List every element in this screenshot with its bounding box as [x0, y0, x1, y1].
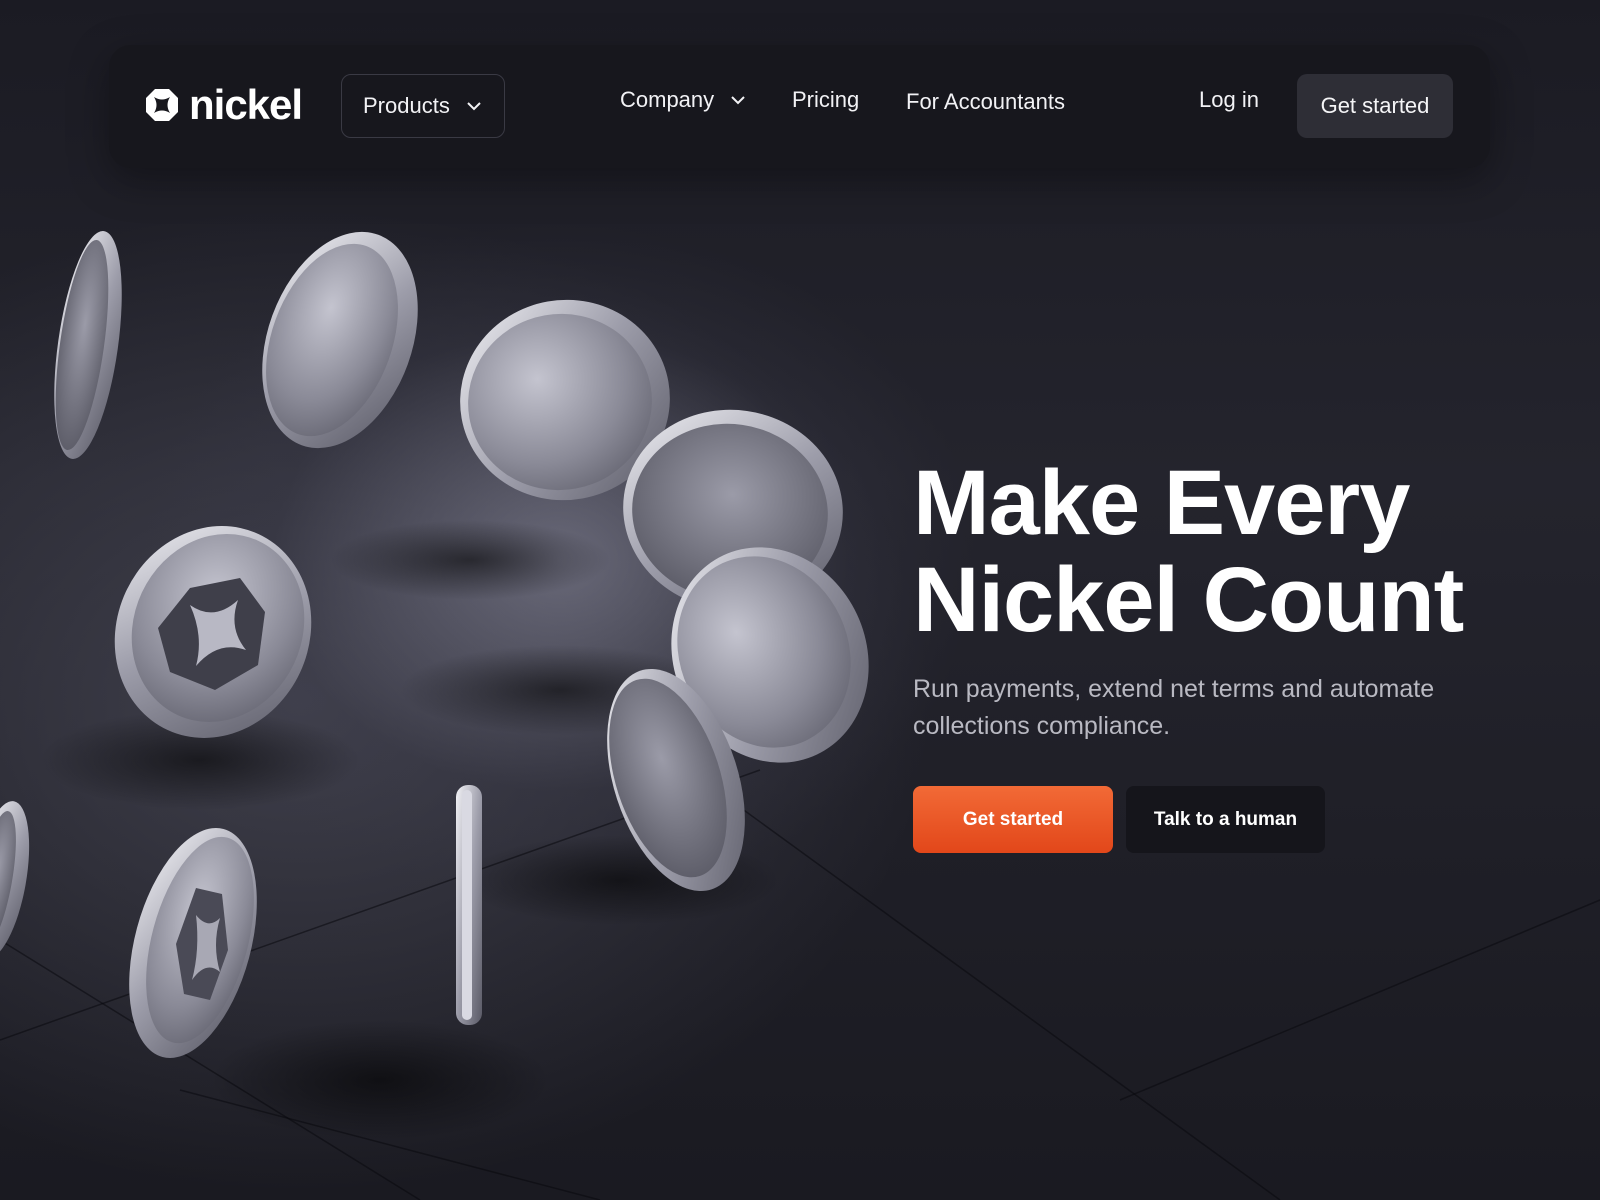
top-navbar: nickel Products Company Pricing For Acco… — [109, 45, 1490, 168]
hero-subtitle: Run payments, extend net terms and autom… — [913, 675, 1435, 740]
coin-edge-left-top — [54, 231, 122, 459]
nav-company-dropdown[interactable]: Company — [620, 87, 746, 113]
nav-accountants-link[interactable]: For Accountants — [906, 89, 1065, 115]
chevron-down-icon — [467, 102, 481, 111]
hero-section: Make Every Nickel Count Run payments, ex… — [913, 455, 1553, 853]
brand-logo[interactable]: nickel — [145, 81, 303, 129]
hero-title-line-1: Make Every — [913, 452, 1410, 554]
nav-pricing-link[interactable]: Pricing — [792, 87, 859, 113]
nav-company-label: Company — [620, 87, 715, 112]
coin-tilted-top — [262, 231, 418, 449]
products-dropdown-label: Products — [363, 93, 450, 118]
hero-title: Make Every Nickel Count — [913, 455, 1553, 649]
coin-logo-bottom — [129, 828, 257, 1058]
nickel-logo-icon — [146, 89, 178, 121]
hero-title-line-2: Nickel Count — [913, 549, 1464, 651]
brand-name: nickel — [189, 81, 303, 128]
get-started-button[interactable]: Get started — [913, 786, 1113, 853]
hero-cta-group: Get started Talk to a human — [913, 786, 1325, 853]
coin-edge-center — [456, 785, 482, 1025]
coin-partial-left — [0, 801, 30, 959]
login-link[interactable]: Log in — [1199, 87, 1259, 113]
products-dropdown[interactable]: Products — [341, 74, 505, 138]
landing-page: nickel Products Company Pricing For Acco… — [0, 0, 1600, 1200]
chevron-down-icon — [731, 96, 745, 105]
nav-get-started-button[interactable]: Get started — [1297, 74, 1453, 138]
talk-to-human-button[interactable]: Talk to a human — [1126, 786, 1325, 853]
floating-coins-illustration — [0, 231, 869, 1140]
